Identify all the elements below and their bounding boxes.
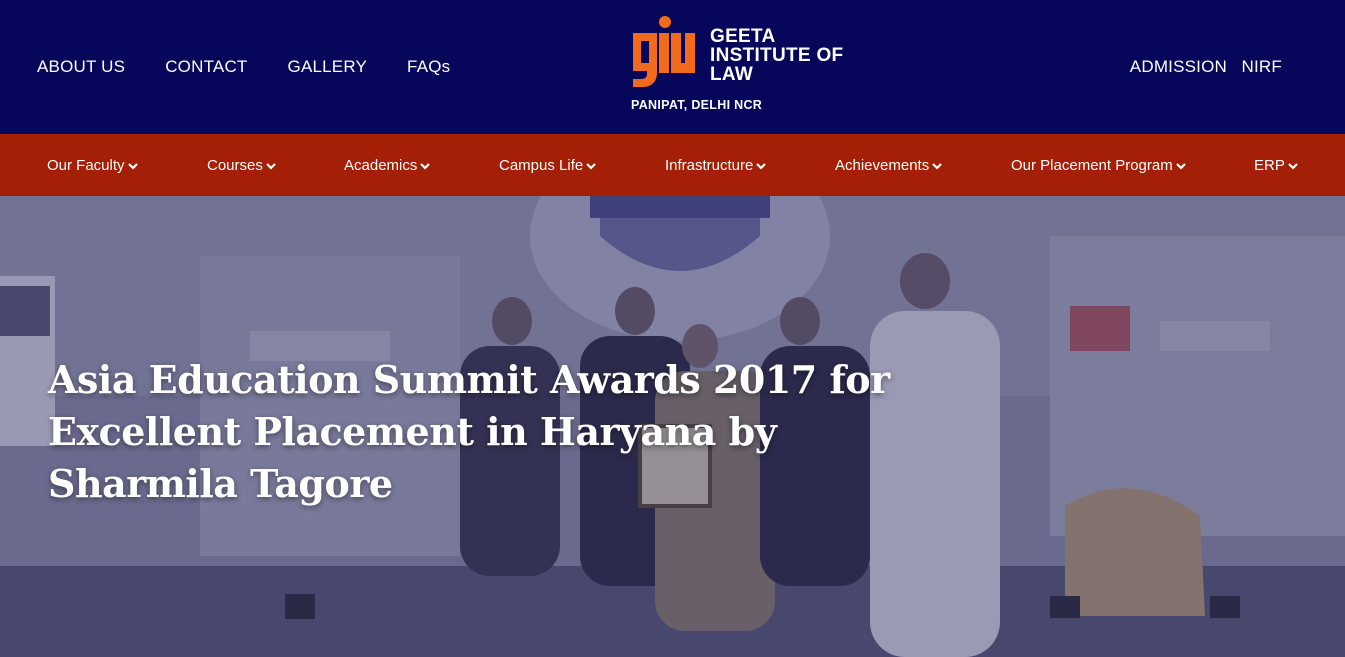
admission-link[interactable]: ADMISSION: [1130, 57, 1227, 77]
gil-logo-mark-icon: [633, 16, 695, 87]
nav-label: Courses: [207, 157, 263, 174]
gallery-link[interactable]: GALLERY: [288, 57, 368, 77]
about-us-link[interactable]: ABOUT US: [37, 57, 125, 77]
contact-link[interactable]: CONTACT: [165, 57, 247, 77]
chevron-down-icon: [420, 162, 431, 170]
chevron-down-icon: [932, 162, 942, 170]
nav-academics[interactable]: Academics: [344, 157, 431, 174]
hero-title: Asia Education Summit Awards 2017 for Ex…: [48, 357, 890, 506]
logo-line-2: INSTITUTE OF: [710, 45, 844, 66]
nav-courses[interactable]: Courses: [207, 157, 276, 174]
chevron-down-icon: [1175, 162, 1186, 170]
nav-label: Our Placement Program: [1011, 157, 1173, 174]
chevron-down-icon: [586, 162, 596, 170]
nav-achievements[interactable]: Achievements: [835, 157, 942, 174]
chevron-down-icon: [266, 162, 276, 170]
faqs-link[interactable]: FAQs: [407, 57, 450, 77]
top-left-links: ABOUT US CONTACT GALLERY FAQs: [37, 57, 490, 77]
nav-placement-program[interactable]: Our Placement Program: [1011, 157, 1186, 174]
nav-label: Our Faculty: [47, 157, 125, 174]
nav-infrastructure[interactable]: Infrastructure: [665, 157, 767, 174]
chevron-down-icon: [127, 162, 138, 170]
site-logo[interactable]: GEETA INSTITUTE OF LAW PANIPAT, DELHI NC…: [631, 15, 851, 115]
nav-erp[interactable]: ERP: [1254, 157, 1298, 174]
logo-subtitle: PANIPAT, DELHI NCR: [631, 98, 763, 112]
main-nav: Our Faculty Courses Academics Campus Lif…: [0, 134, 1345, 196]
nirf-link[interactable]: NIRF: [1242, 57, 1282, 77]
nav-label: Campus Life: [499, 157, 584, 174]
logo-line-3: LAW: [710, 64, 754, 85]
nav-label: Academics: [344, 157, 418, 174]
chevron-down-icon: [1288, 162, 1298, 170]
logo-line-1: GEETA: [710, 26, 776, 47]
top-header: ABOUT US CONTACT GALLERY FAQs GEETA INST…: [0, 0, 1345, 134]
nav-our-faculty[interactable]: Our Faculty: [47, 157, 138, 174]
hero-banner: Asia Education Summit Awards 2017 for Ex…: [0, 196, 1345, 657]
nav-label: Achievements: [835, 157, 930, 174]
nav-campus-life[interactable]: Campus Life: [499, 157, 596, 174]
chevron-down-icon: [756, 162, 767, 170]
logo-name: GEETA INSTITUTE OF LAW: [710, 27, 843, 84]
nav-label: ERP: [1254, 157, 1285, 174]
nav-label: Infrastructure: [665, 157, 754, 174]
